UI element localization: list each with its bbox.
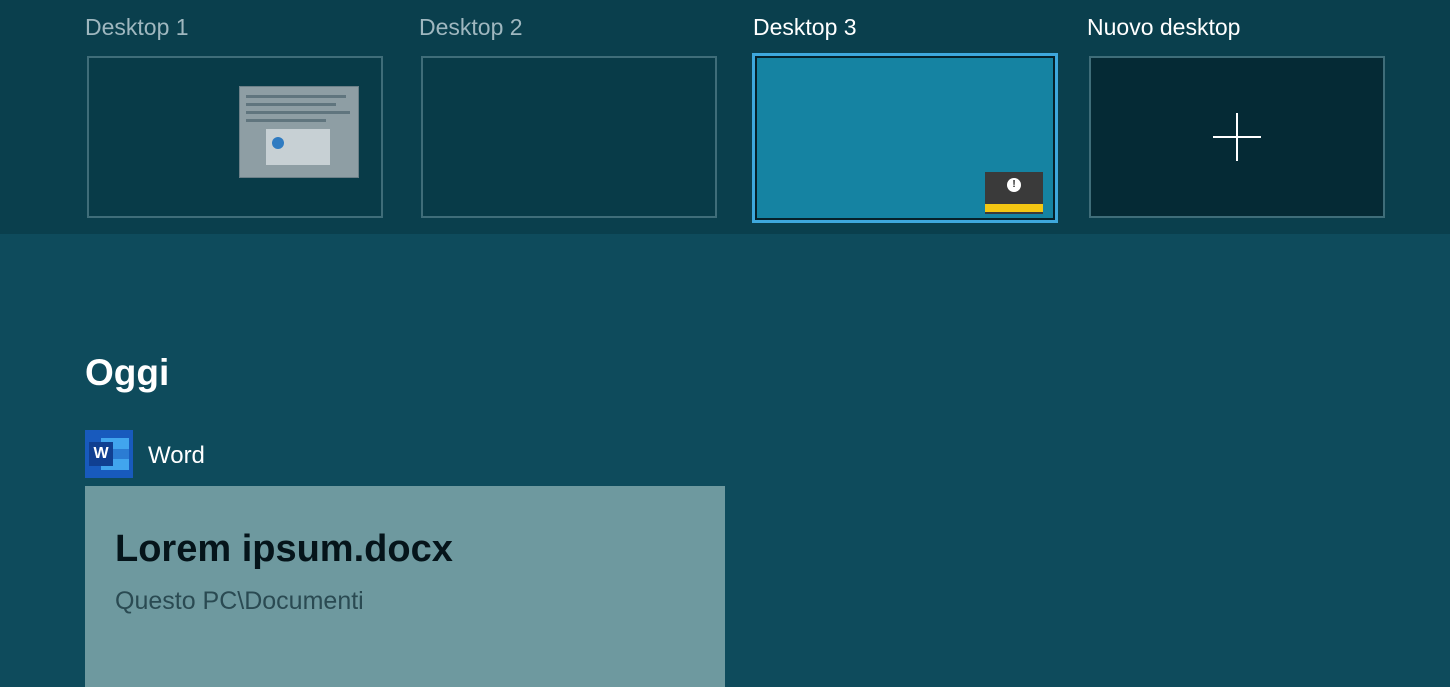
new-desktop-button[interactable] bbox=[1089, 56, 1385, 218]
desktop-1-thumbnail[interactable] bbox=[87, 56, 383, 218]
desktop-3-warning-window-preview: ! bbox=[985, 172, 1043, 214]
desktop-3-label: Desktop 3 bbox=[753, 14, 857, 40]
word-icon: W bbox=[85, 430, 133, 478]
desktop-1-label: Desktop 1 bbox=[85, 14, 189, 40]
desktop-1-dialog-preview bbox=[266, 129, 330, 165]
desktop-2-thumbnail[interactable] bbox=[421, 56, 717, 218]
desktop-2[interactable]: Desktop 2 bbox=[419, 0, 719, 234]
desktop-3[interactable]: Desktop 3 ! bbox=[752, 0, 1058, 234]
app-name: Word bbox=[148, 442, 205, 469]
warning-icon: ! bbox=[1007, 178, 1021, 192]
desktop-1-window-preview bbox=[239, 86, 359, 178]
new-desktop[interactable]: Nuovo desktop bbox=[1087, 0, 1387, 234]
plus-icon bbox=[1213, 113, 1261, 161]
document-path: Questo PC\Documenti bbox=[115, 587, 364, 615]
new-desktop-label: Nuovo desktop bbox=[1087, 14, 1241, 40]
desktop-2-label: Desktop 2 bbox=[419, 14, 523, 40]
timeline-document-card[interactable]: Lorem ipsum.docx Questo PC\Documenti bbox=[85, 486, 725, 687]
timeline-section-title: Oggi bbox=[85, 352, 170, 393]
document-title: Lorem ipsum.docx bbox=[115, 528, 453, 570]
desktop-1[interactable]: Desktop 1 bbox=[85, 0, 385, 234]
virtual-desktops-bar: Desktop 1 Desktop 2 Desktop 3 ! Nuovo de… bbox=[0, 0, 1450, 234]
desktop-3-thumbnail[interactable]: ! bbox=[752, 53, 1058, 223]
